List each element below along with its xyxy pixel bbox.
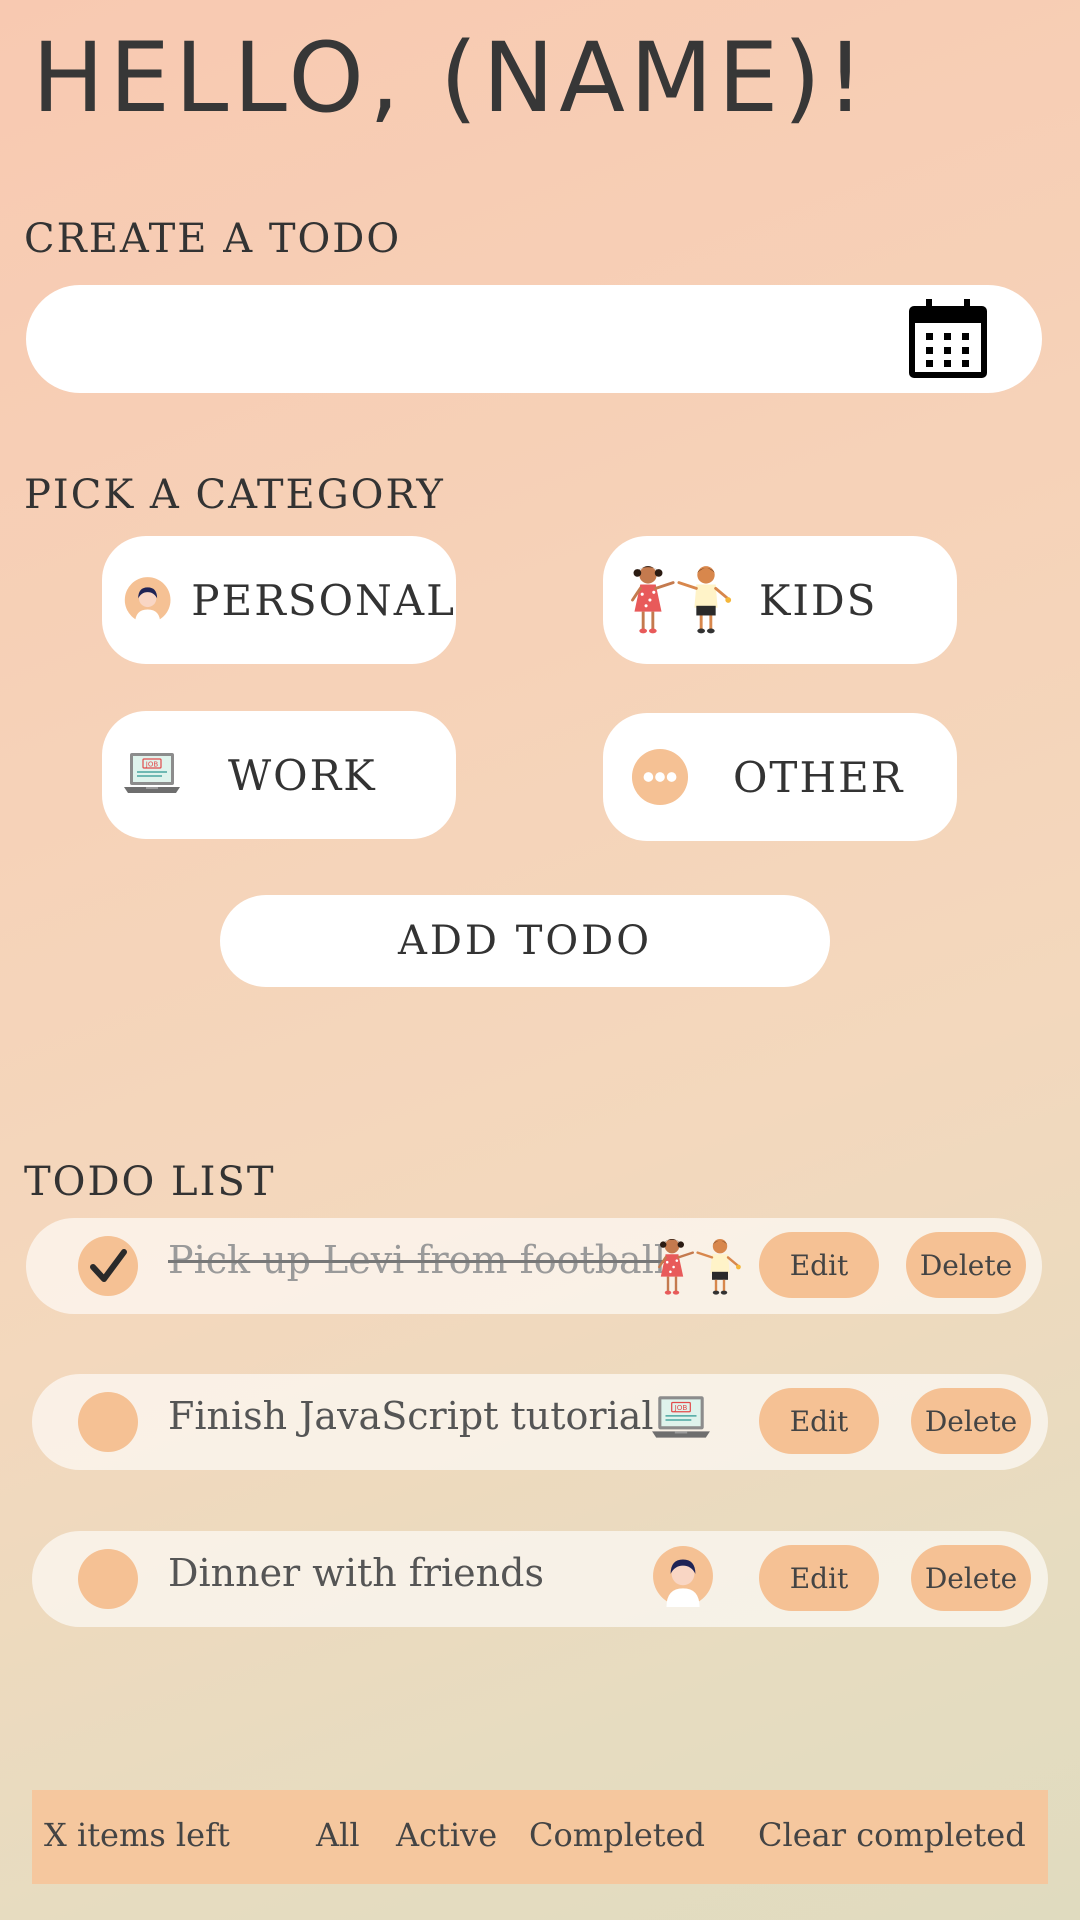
filter-active[interactable]: Active bbox=[396, 1816, 497, 1854]
delete-button[interactable]: Delete bbox=[911, 1545, 1031, 1611]
create-todo-heading: CREATE A TODO bbox=[24, 216, 402, 262]
checkmark-icon bbox=[90, 1249, 127, 1282]
kids-icon bbox=[619, 560, 735, 640]
todo-footer: X items left All Active Completed Clear … bbox=[32, 1790, 1048, 1884]
category-work-button[interactable]: WORK bbox=[102, 711, 456, 839]
todo-input[interactable] bbox=[66, 305, 886, 373]
filter-completed[interactable]: Completed bbox=[529, 1816, 705, 1854]
person-avatar-icon bbox=[652, 1545, 714, 1607]
todo-item: Finish JavaScript tutorial Edit Delete bbox=[32, 1374, 1048, 1470]
greeting-heading: HELLO, (NAME)! bbox=[32, 22, 870, 134]
todo-checkbox[interactable] bbox=[78, 1549, 138, 1609]
delete-button[interactable]: Delete bbox=[911, 1388, 1031, 1454]
todo-checkbox[interactable] bbox=[78, 1392, 138, 1452]
ellipsis-circle-icon bbox=[631, 748, 689, 806]
category-personal-label: PERSONAL bbox=[191, 575, 456, 625]
category-kids-button[interactable]: KIDS bbox=[603, 536, 957, 664]
calendar-icon[interactable] bbox=[906, 297, 990, 381]
todo-text: Pick up Levi from football bbox=[168, 1238, 667, 1282]
todo-input-container bbox=[26, 285, 1042, 393]
category-kids-label: KIDS bbox=[759, 575, 878, 625]
laptop-job-icon bbox=[122, 751, 182, 799]
pick-category-heading: PICK A CATEGORY bbox=[24, 472, 445, 518]
items-left-count: X items left bbox=[44, 1816, 230, 1854]
laptop-job-icon bbox=[650, 1394, 712, 1444]
category-personal-button[interactable]: PERSONAL bbox=[102, 536, 456, 664]
todo-checkbox[interactable] bbox=[78, 1236, 138, 1296]
filter-all[interactable]: All bbox=[316, 1816, 360, 1854]
category-other-button[interactable]: OTHER bbox=[603, 713, 957, 841]
category-other-label: OTHER bbox=[733, 752, 905, 802]
add-todo-button[interactable]: ADD TODO bbox=[220, 895, 830, 987]
todo-list-heading: TODO LIST bbox=[24, 1159, 276, 1205]
delete-button[interactable]: Delete bbox=[906, 1232, 1026, 1298]
todo-text: Finish JavaScript tutorial bbox=[168, 1394, 654, 1438]
add-todo-label: ADD TODO bbox=[397, 918, 653, 964]
kids-icon bbox=[648, 1234, 744, 1300]
category-work-label: WORK bbox=[228, 750, 377, 800]
todo-item: Dinner with friends Edit Delete bbox=[32, 1531, 1048, 1627]
edit-button[interactable]: Edit bbox=[759, 1388, 879, 1454]
edit-button[interactable]: Edit bbox=[759, 1232, 879, 1298]
todo-item: Pick up Levi from football Edit Delete bbox=[26, 1218, 1042, 1314]
clear-completed-button[interactable]: Clear completed bbox=[758, 1816, 1026, 1854]
edit-button[interactable]: Edit bbox=[759, 1545, 879, 1611]
person-avatar-icon bbox=[124, 572, 171, 628]
todo-text: Dinner with friends bbox=[168, 1551, 544, 1595]
